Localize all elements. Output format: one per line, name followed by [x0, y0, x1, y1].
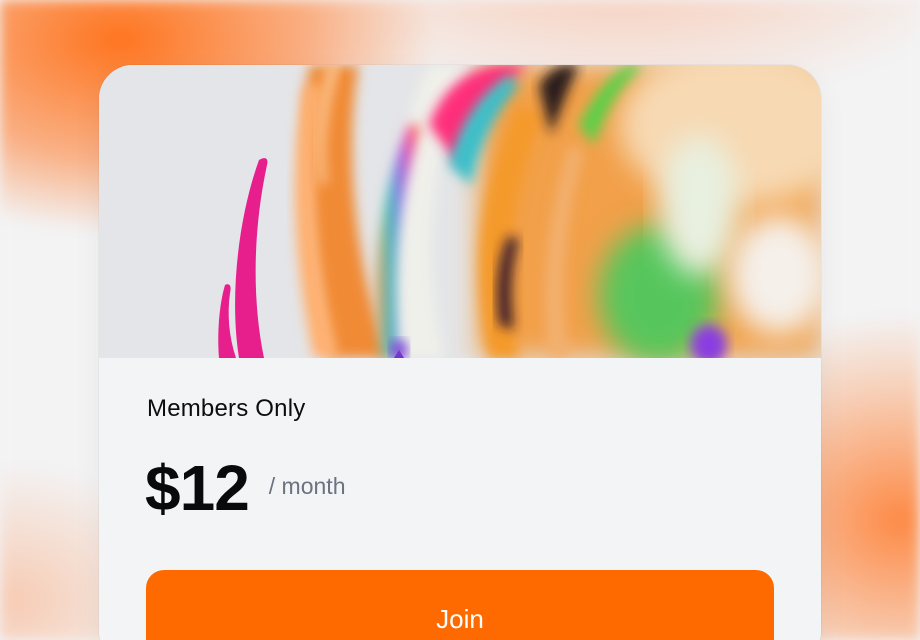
membership-card: Members Only $12 / month Join: [99, 65, 821, 640]
join-button-label: Join: [436, 604, 484, 634]
plan-price: $12: [145, 452, 250, 524]
card-body: Members Only $12 / month Join: [99, 358, 821, 640]
abstract-artwork-image: [99, 65, 821, 358]
plan-title: Members Only: [147, 395, 306, 422]
join-button[interactable]: Join: [146, 570, 774, 640]
price-row: $12 / month: [145, 456, 346, 520]
billing-period: / month: [268, 473, 346, 499]
